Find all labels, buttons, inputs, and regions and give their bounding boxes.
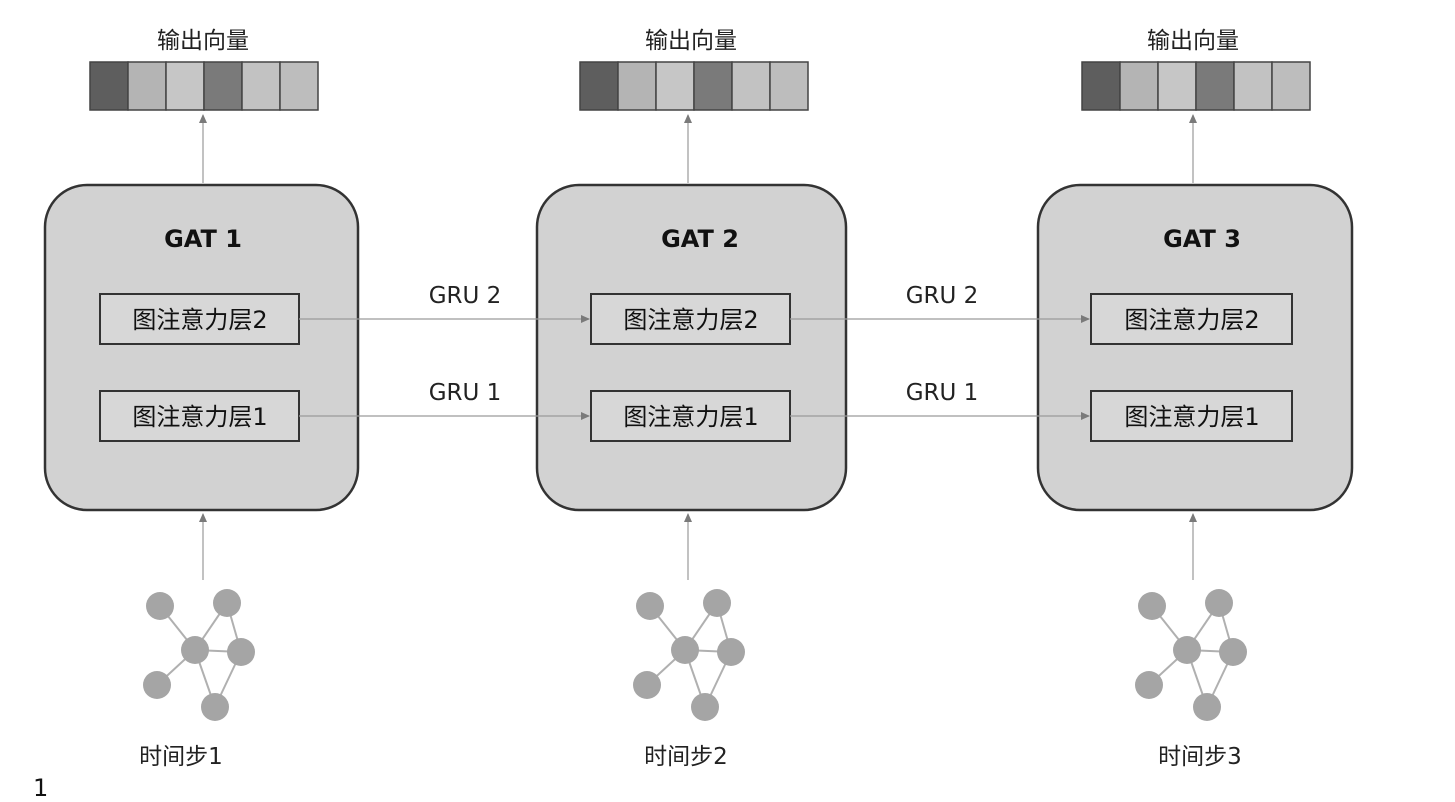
timestep-label: 时间步2 — [644, 744, 728, 770]
graph-node — [671, 636, 699, 664]
gru-2-label: GRU 2 — [429, 283, 502, 309]
graph-node — [213, 589, 241, 617]
attention-layer-2-label: 图注意力层2 — [1124, 306, 1259, 334]
graph-node — [1138, 592, 1166, 620]
gat-title: GAT 3 — [1163, 225, 1241, 253]
gru-2-label: GRU 2 — [906, 283, 979, 309]
graph-node — [227, 638, 255, 666]
vector-cell — [1119, 61, 1159, 111]
column-2: 输出向量 GAT 2 图注意力层2 图注意力层1 时间步2 — [535, 28, 848, 770]
graph-node — [1219, 638, 1247, 666]
graph-node — [201, 693, 229, 721]
vector-cell — [693, 61, 733, 111]
graph-node — [181, 636, 209, 664]
output-vector — [1081, 61, 1311, 111]
page-number: 1 — [33, 774, 48, 802]
vector-cell — [769, 61, 809, 111]
column-3: 输出向量 GAT 3 图注意力层2 图注意力层1 时间步3 — [1036, 28, 1354, 770]
timestep-label: 时间步3 — [1158, 744, 1242, 770]
output-vector — [89, 61, 319, 111]
vector-cell — [617, 61, 657, 111]
vector-cell — [203, 61, 243, 111]
graph-node — [633, 671, 661, 699]
attention-layer-1-label: 图注意力层1 — [623, 403, 758, 431]
attention-layer-2-label: 图注意力层2 — [132, 306, 267, 334]
vector-cell — [579, 61, 619, 111]
vector-cell — [165, 61, 205, 111]
graph-node — [146, 592, 174, 620]
vector-cell — [1081, 61, 1121, 111]
attention-layer-1-label: 图注意力层1 — [132, 403, 267, 431]
input-graph — [1135, 589, 1247, 721]
vector-cell — [1157, 61, 1197, 111]
attention-layer-1-label: 图注意力层1 — [1124, 403, 1259, 431]
input-graph — [143, 589, 255, 721]
gat-title: GAT 1 — [164, 225, 242, 253]
vector-cell — [1233, 61, 1273, 111]
output-vector-label: 输出向量 — [1147, 28, 1239, 54]
graph-node — [691, 693, 719, 721]
timestep-label: 时间步1 — [139, 744, 223, 770]
graph-node — [717, 638, 745, 666]
vector-cell — [1195, 61, 1235, 111]
vector-cell — [1271, 61, 1311, 111]
output-vector-label: 输出向量 — [157, 28, 249, 54]
output-vector — [579, 61, 809, 111]
graph-node — [703, 589, 731, 617]
gru-1-label: GRU 1 — [906, 380, 979, 406]
attention-layer-2-label: 图注意力层2 — [623, 306, 758, 334]
graph-node — [1193, 693, 1221, 721]
vector-cell — [127, 61, 167, 111]
graph-node — [1205, 589, 1233, 617]
vector-cell — [655, 61, 695, 111]
gru-1-label: GRU 1 — [429, 380, 502, 406]
graph-node — [636, 592, 664, 620]
gat-gru-diagram: 输出向量 GAT 1 图注意力层2 图注意力层1 时间步1 输出向量 GAT 2… — [33, 28, 1354, 802]
vector-cell — [241, 61, 281, 111]
graph-node — [1135, 671, 1163, 699]
vector-cell — [279, 61, 319, 111]
vector-cell — [731, 61, 771, 111]
vector-cell — [89, 61, 129, 111]
column-1: 输出向量 GAT 1 图注意力层2 图注意力层1 时间步1 — [43, 28, 360, 770]
gat-title: GAT 2 — [661, 225, 739, 253]
graph-node — [143, 671, 171, 699]
input-graph — [633, 589, 745, 721]
output-vector-label: 输出向量 — [645, 28, 737, 54]
graph-node — [1173, 636, 1201, 664]
